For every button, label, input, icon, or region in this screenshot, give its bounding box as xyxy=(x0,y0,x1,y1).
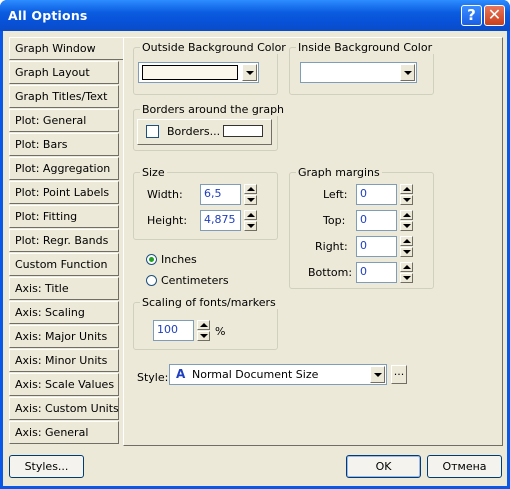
margin-left-label: Left: xyxy=(323,188,348,201)
nav-item[interactable]: Plot: Regr. Bands xyxy=(9,229,119,252)
height-stepper[interactable] xyxy=(244,210,257,231)
margin-left-stepper[interactable] xyxy=(400,184,413,205)
scaling-unit: % xyxy=(215,325,226,338)
nav-item[interactable]: Plot: Fitting xyxy=(9,205,119,228)
borders-group: Borders around the graph Borders... xyxy=(133,103,287,151)
margin-top-input[interactable]: 0 xyxy=(356,210,397,231)
width-label: Width: xyxy=(147,188,183,201)
chevron-down-icon[interactable] xyxy=(400,64,415,81)
margin-left-input[interactable]: 0 xyxy=(356,184,397,205)
margin-right-label: Right: xyxy=(315,240,348,253)
nav-item[interactable]: Axis: Minor Units xyxy=(9,349,119,372)
chevron-down-icon[interactable] xyxy=(370,366,385,383)
nav-item[interactable]: Axis: Custom Units xyxy=(9,397,119,420)
borders-button[interactable]: Borders... xyxy=(137,119,272,145)
height-label: Height: xyxy=(147,214,188,227)
borders-checkbox[interactable] xyxy=(146,125,159,138)
cancel-button[interactable]: Отмена xyxy=(427,455,502,478)
nav-item[interactable]: Axis: Major Units xyxy=(9,325,119,348)
nav-item[interactable]: Graph Window xyxy=(9,37,123,60)
nav-item[interactable]: Axis: Title xyxy=(9,277,119,300)
chevron-down-icon[interactable] xyxy=(242,64,257,81)
styles-button[interactable]: Styles... xyxy=(9,455,84,478)
scaling-input[interactable]: 100 xyxy=(153,320,194,341)
nav-item[interactable]: Custom Function xyxy=(9,253,119,276)
margin-bottom-stepper[interactable] xyxy=(400,262,413,283)
inches-radio[interactable] xyxy=(146,254,157,265)
height-input[interactable]: 4,875 xyxy=(200,210,241,231)
centimeters-label[interactable]: Centimeters xyxy=(161,274,229,287)
border-preview xyxy=(223,125,263,137)
scaling-label: Scaling of fonts/markers xyxy=(140,296,278,309)
style-more-button[interactable]: ... xyxy=(391,365,407,384)
nav-item[interactable]: Plot: Bars xyxy=(9,133,119,156)
width-stepper[interactable] xyxy=(244,184,257,205)
options-panel: Outside Background Color Inside Backgrou… xyxy=(123,37,503,446)
nav-item[interactable]: Axis: Scale Values xyxy=(9,373,119,396)
scaling-group: Scaling of fonts/markers 100 % xyxy=(133,296,278,350)
close-button[interactable]: ✕ xyxy=(484,5,505,26)
style-label: Style: xyxy=(137,371,169,384)
style-select[interactable]: A Normal Document Size xyxy=(169,364,387,385)
inside-bg-group: Inside Background Color xyxy=(289,41,435,95)
nav-item[interactable]: Axis: Scaling xyxy=(9,301,119,324)
ok-button[interactable]: OK xyxy=(346,455,421,478)
outside-bg-color-select[interactable] xyxy=(138,62,259,83)
scaling-stepper[interactable] xyxy=(197,320,210,341)
nav-item[interactable]: Axis: General xyxy=(9,421,119,444)
help-button[interactable]: ? xyxy=(461,5,482,26)
style-value: Normal Document Size xyxy=(192,368,319,381)
nav-item[interactable]: Plot: Aggregation xyxy=(9,157,119,180)
size-group: Size Width: 6,5 Height: 4,875 xyxy=(133,166,278,240)
margin-right-input[interactable]: 0 xyxy=(356,236,397,257)
title-bar[interactable]: All Options ? ✕ xyxy=(0,0,510,31)
margin-top-stepper[interactable] xyxy=(400,210,413,231)
borders-button-label: Borders... xyxy=(167,125,221,138)
margin-bottom-label: Bottom: xyxy=(308,266,353,279)
outside-bg-label: Outside Background Color xyxy=(140,41,288,54)
outside-bg-group: Outside Background Color xyxy=(133,41,288,95)
margin-right-stepper[interactable] xyxy=(400,236,413,257)
margin-top-label: Top: xyxy=(323,214,346,227)
nav-item[interactable]: Plot: Point Labels xyxy=(9,181,119,204)
dialog-window: All Options ? ✕ Graph Window Graph Layout… xyxy=(0,0,510,489)
inside-bg-label: Inside Background Color xyxy=(296,41,435,54)
nav-item[interactable]: Plot: General xyxy=(9,109,119,132)
window-title: All Options xyxy=(8,8,88,23)
nav-item[interactable]: Graph Layout xyxy=(9,61,119,84)
dialog-body: Graph Window Graph Layout Graph Titles/Tex… xyxy=(3,31,507,486)
font-icon: A xyxy=(176,367,186,381)
inches-label[interactable]: Inches xyxy=(161,253,197,266)
margin-bottom-input[interactable]: 0 xyxy=(356,262,397,283)
borders-group-label: Borders around the graph xyxy=(140,103,287,116)
width-input[interactable]: 6,5 xyxy=(200,184,241,205)
nav-item[interactable]: Graph Titles/Text xyxy=(9,85,119,108)
graph-margins-label: Graph margins xyxy=(296,166,382,179)
size-group-label: Size xyxy=(140,166,167,179)
inside-bg-color-select[interactable] xyxy=(300,62,417,83)
centimeters-radio[interactable] xyxy=(146,275,157,286)
graph-margins-group: Graph margins Left: 0 Top: 0 Right: 0 Bo… xyxy=(289,166,434,289)
outside-bg-swatch xyxy=(142,65,238,80)
